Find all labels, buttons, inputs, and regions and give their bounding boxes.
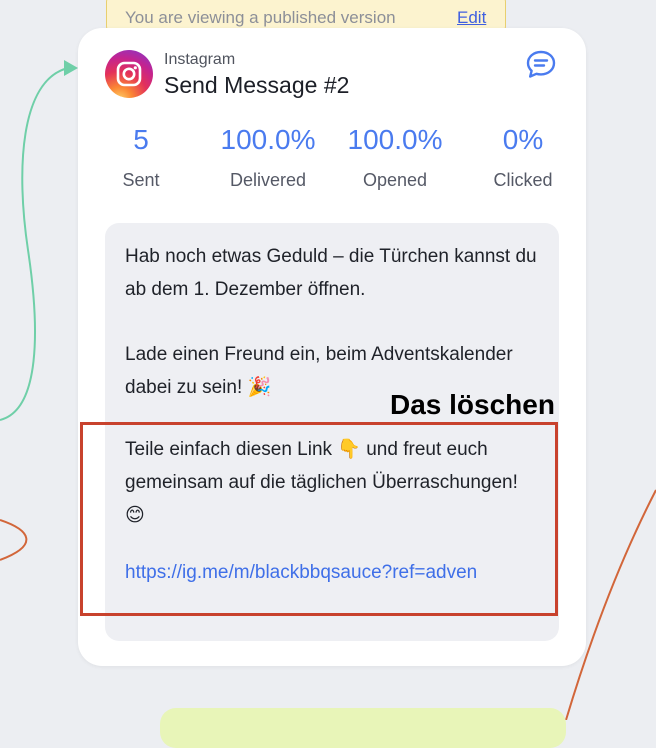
stat-opened: 100.0% Opened <box>335 124 455 191</box>
stat-sent-value: 5 <box>133 124 149 155</box>
stat-opened-label: Opened <box>362 170 428 190</box>
stat-delivered-label: Delivered <box>229 170 307 190</box>
edit-link[interactable]: Edit <box>457 8 486 28</box>
side-connector-line-left <box>0 519 28 561</box>
node-platform-label: Instagram <box>164 51 236 68</box>
stat-opened-value: 100.0% <box>347 124 443 155</box>
message-paragraph: Hab noch etwas Geduld – die Türchen kann… <box>125 246 537 300</box>
chat-bubble-icon[interactable] <box>524 47 558 81</box>
stat-sent: 5 Sent <box>81 124 201 191</box>
incoming-connector-line <box>0 67 69 421</box>
stat-delivered: 100.0% Delivered <box>208 124 328 191</box>
banner-text: You are viewing a published version <box>125 8 396 27</box>
incoming-connector-arrow <box>64 60 78 76</box>
stat-delivered-value: 100.0% <box>220 124 316 155</box>
stat-sent-label: Sent <box>122 170 160 190</box>
stat-clicked: 0% Clicked <box>463 124 583 191</box>
stat-clicked-label: Clicked <box>493 170 553 190</box>
instagram-logo-icon <box>105 50 153 98</box>
next-node-card[interactable] <box>160 708 566 748</box>
node-title: Send Message #2 <box>164 72 350 98</box>
annotation-label: Das löschen <box>390 389 555 420</box>
annotation-highlight-box <box>80 422 558 616</box>
stat-clicked-value: 0% <box>502 124 544 155</box>
